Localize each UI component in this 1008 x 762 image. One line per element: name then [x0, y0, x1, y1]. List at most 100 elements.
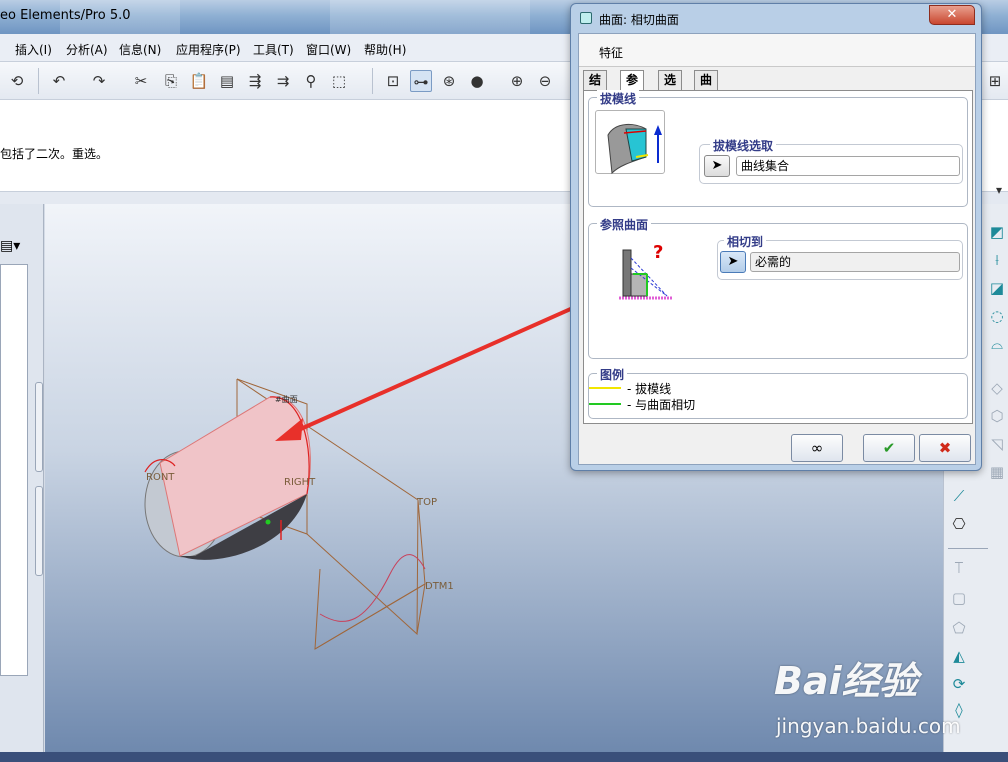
dialog-body: 特征 结果 参照 选项 曲线 拔模线: [578, 33, 976, 465]
cut-icon[interactable]: ✂: [130, 70, 152, 92]
window-title: eo Elements/Pro 5.0: [0, 8, 131, 23]
tab-options[interactable]: 选项: [658, 70, 683, 106]
dialog-title: 曲面: 相切曲面: [599, 13, 679, 27]
legend-item-tangent: - 与曲面相切: [589, 396, 789, 412]
ok-button[interactable]: ✔: [863, 434, 915, 462]
menu-help[interactable]: 帮助(H): [364, 41, 406, 58]
grid-icon[interactable]: ▦: [984, 460, 1008, 484]
mirror-icon[interactable]: ◹: [984, 432, 1008, 456]
spin-center-icon[interactable]: ⊛: [438, 70, 460, 92]
legend-group: 图例 - 拔模线 - 与曲面相切: [588, 366, 968, 419]
legend-swatch-yellow: [589, 387, 621, 389]
feature-label: 特征: [599, 46, 624, 60]
panel-sash[interactable]: [35, 382, 43, 472]
analysis-icon[interactable]: ◇: [984, 376, 1008, 400]
ref-surface-diagram: ?: [619, 242, 673, 300]
regen-manager-icon[interactable]: ⇶: [244, 70, 266, 92]
menu-info[interactable]: 信息(N): [119, 41, 161, 58]
revolve-icon[interactable]: ⎔: [946, 512, 972, 536]
sketch-icon[interactable]: ⬡: [984, 404, 1008, 428]
draft-line-group-label: 拔模线: [597, 90, 640, 107]
dropdown-icon[interactable]: ▾: [986, 178, 1008, 202]
menu-insert[interactable]: 插入(I): [15, 41, 52, 58]
baidu-watermark: Bai经验 jingyan.baidu.com: [770, 650, 990, 750]
message-text: 包括了二次。重选。: [0, 147, 109, 161]
legend-text-draft: - 拔模线: [627, 382, 672, 396]
paste-icon[interactable]: 📋: [188, 70, 210, 92]
datum-curve-icon[interactable]: ◪: [984, 276, 1008, 300]
tab-curves[interactable]: 曲线: [694, 70, 719, 106]
ref-surface-illustration: ?: [619, 236, 689, 300]
draft-line-illustration: [595, 110, 665, 175]
tangent-to-field[interactable]: 必需的: [750, 252, 960, 272]
x-icon: ✖: [938, 439, 952, 457]
shell-icon[interactable]: ▢: [946, 586, 972, 610]
menu-tools[interactable]: 工具(T): [253, 41, 294, 58]
dialog-close-button[interactable]: ✕: [929, 5, 975, 25]
zoom-in-icon[interactable]: ⊕: [506, 70, 528, 92]
toolbar-separator: [372, 68, 373, 94]
paste-special-icon[interactable]: ▤: [216, 70, 238, 92]
preview-button[interactable]: ∞: [791, 434, 843, 462]
menu-analysis[interactable]: 分析(A): [66, 41, 108, 58]
datum-plane-icon[interactable]: ◩: [984, 220, 1008, 244]
hole-icon[interactable]: ⟙: [946, 556, 972, 580]
redo-icon[interactable]: ↷: [88, 70, 110, 92]
draft-select-label: 拔模线选取: [710, 137, 777, 154]
copy-icon[interactable]: ⎘: [160, 70, 182, 92]
sketch-view-icon[interactable]: ⊡: [382, 70, 404, 92]
dtm-plane: [314, 583, 426, 650]
legend-swatch-green: [589, 403, 621, 405]
tab-results[interactable]: 结果: [583, 70, 608, 106]
csys-origin: [265, 519, 271, 525]
regenerate-icon[interactable]: ⟲: [6, 70, 28, 92]
check-icon: ✔: [882, 439, 896, 457]
cancel-button[interactable]: ✖: [919, 434, 971, 462]
label-dtm: DTM1: [425, 581, 454, 592]
coord-sys-icon[interactable]: ⌓: [984, 332, 1008, 356]
tangent-to-arrow-button[interactable]: ➤: [720, 251, 746, 273]
zoom-out-icon[interactable]: ⊖: [534, 70, 556, 92]
feature-strip: 特征: [579, 34, 975, 67]
glasses-icon: ∞: [810, 439, 824, 457]
draft-line-diagram: [607, 124, 662, 175]
tab-references[interactable]: 参照: [620, 70, 645, 106]
model-tree[interactable]: [0, 264, 28, 676]
draft-select-subgroup: 拔模线选取 ➤ 曲线集合: [699, 137, 963, 184]
watermark-url: jingyan.baidu.com: [776, 714, 961, 738]
label-front: RONT: [146, 472, 175, 483]
toolbar-separator: [948, 548, 988, 549]
sine-curve: [319, 554, 426, 622]
tangent-to-subgroup: 相切到 ➤ 必需的: [717, 233, 963, 280]
show-menu-icon[interactable]: ▤▾: [0, 238, 20, 254]
undo-icon[interactable]: ↶: [48, 70, 70, 92]
titlebar-glass: [330, 0, 530, 34]
draft-select-arrow-button[interactable]: ➤: [704, 155, 730, 177]
menu-window[interactable]: 窗口(W): [306, 41, 351, 58]
draft-line-group: 拔模线 拔模线选取 ➤ 曲线集合: [588, 90, 968, 207]
datum-axis-icon[interactable]: ⟊: [984, 248, 1008, 272]
label-top: TOP: [417, 497, 438, 508]
datum-points-icon[interactable]: ⊶: [410, 70, 432, 92]
shading-icon[interactable]: ●: [466, 70, 488, 92]
menu-applications[interactable]: 应用程序(P): [176, 41, 241, 58]
ref-surface-group: 参照曲面 ? 相切到 ➤ 必需的: [588, 216, 968, 359]
toolbar-separator: [38, 68, 39, 94]
panel-sash[interactable]: [35, 486, 43, 576]
regen-next-icon[interactable]: ⇉: [272, 70, 294, 92]
select-box-icon[interactable]: ⬚: [328, 70, 350, 92]
rib-icon[interactable]: ⬠: [946, 616, 972, 640]
ref-surface-group-label: 参照曲面: [597, 216, 652, 233]
tangent-surface-dialog: 曲面: 相切曲面 ✕ 特征 结果 参照 选项 曲线 拔模线: [570, 3, 982, 471]
dialog-app-icon: [580, 12, 592, 24]
extrude-icon[interactable]: ⟋: [946, 484, 972, 508]
tangent-to-label: 相切到: [724, 233, 767, 250]
label-surface: #曲面: [275, 395, 298, 404]
legend-text-tangent: - 与曲面相切: [627, 398, 696, 412]
draft-select-field[interactable]: 曲线集合: [736, 156, 960, 176]
datum-point-icon[interactable]: ◌: [984, 304, 1008, 328]
find-icon[interactable]: ⚲: [300, 70, 322, 92]
references-panel: 拔模线 拔模线选取 ➤ 曲线集合 参照曲面 ? 相切到 ➤ 必需的 图例 - 拔…: [583, 90, 973, 424]
watermark-logo: Bai经验: [774, 659, 918, 703]
model-tree-icon[interactable]: ⊞: [984, 70, 1006, 92]
